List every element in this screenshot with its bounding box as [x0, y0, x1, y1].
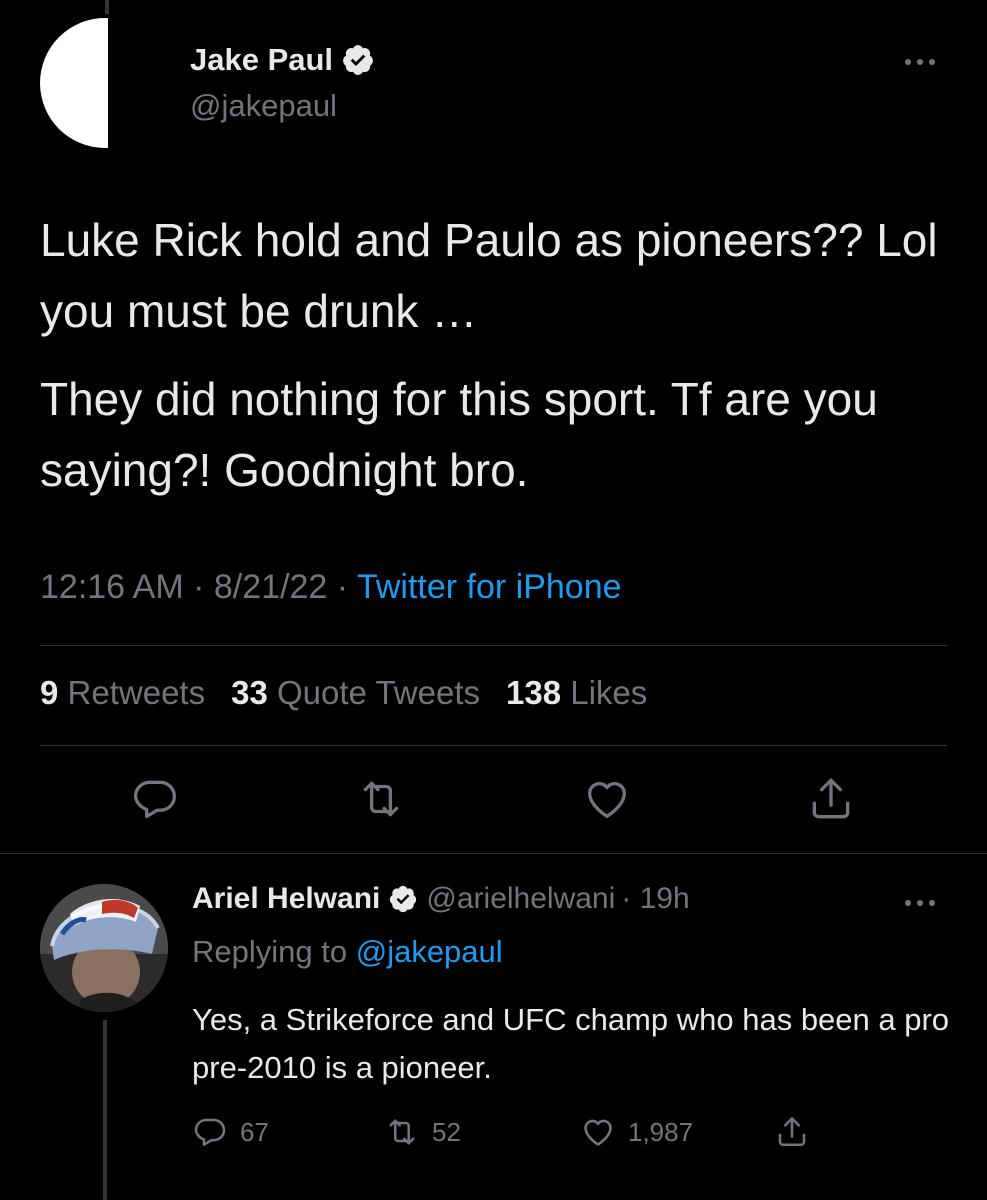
tweet-meta: 12:16 AM · 8/21/22 · Twitter for iPhone — [40, 568, 622, 607]
author-name[interactable]: Jake Paul — [190, 42, 333, 78]
likes-label: Likes — [570, 674, 648, 711]
reply-like-button[interactable]: 1,987 — [580, 1112, 693, 1152]
retweet-count: 52 — [432, 1116, 461, 1147]
retweet-icon — [363, 781, 399, 817]
share-icon — [812, 778, 850, 819]
meta-separator: · — [336, 568, 349, 606]
tweet-source-link[interactable]: Twitter for iPhone — [357, 568, 622, 606]
like-count: 1,987 — [628, 1116, 694, 1147]
reply-share-button[interactable] — [774, 1112, 822, 1152]
reply-retweet-button[interactable]: 52 — [384, 1112, 461, 1152]
author-name-row[interactable]: Jake Paul — [190, 42, 375, 78]
avatar-photo — [40, 884, 168, 1012]
quotes-label: Quote Tweets — [276, 674, 480, 711]
divider — [0, 853, 987, 854]
retweet-button[interactable] — [356, 774, 406, 824]
divider — [40, 645, 947, 646]
more-icon — [895, 52, 945, 72]
tweet-text: Luke Rick hold and Paulo as pioneers?? L… — [40, 205, 940, 506]
retweets-count: 9 — [40, 674, 59, 711]
reply-count: 67 — [240, 1116, 269, 1147]
reply-more-options-button[interactable] — [895, 893, 945, 913]
author-handle[interactable]: @jakepaul — [190, 88, 337, 124]
retweets-stat[interactable]: 9 Retweets — [40, 674, 205, 712]
replying-to-line: Replying to @jakepaul — [192, 934, 503, 970]
reply-author-handle[interactable]: @arielhelwani — [426, 882, 615, 916]
avatar-half-moon — [40, 18, 108, 148]
reply-icon — [133, 780, 177, 819]
like-icon — [588, 782, 626, 818]
verified-badge-icon — [390, 885, 417, 913]
tweet-time[interactable]: 12:16 AM — [40, 568, 184, 606]
like-icon — [584, 1119, 612, 1146]
thread-line — [105, 0, 109, 14]
reply-icon — [194, 1118, 226, 1146]
reply-header: Ariel Helwani @arielhelwani · 19h — [192, 882, 690, 916]
reply-author-avatar[interactable] — [40, 884, 168, 1012]
author-avatar[interactable] — [40, 18, 170, 148]
reply-time[interactable]: · 19h — [621, 882, 689, 916]
reply-button[interactable] — [130, 774, 180, 824]
like-button[interactable] — [582, 774, 632, 824]
quotes-count: 33 — [231, 674, 268, 711]
reply-author-name[interactable]: Ariel Helwani — [192, 882, 380, 916]
verified-badge-icon — [343, 45, 373, 75]
more-options-button[interactable] — [895, 52, 945, 72]
tweet-date[interactable]: 8/21/22 — [214, 568, 327, 606]
more-icon — [895, 893, 945, 913]
replying-mention-link[interactable]: @jakepaul — [356, 934, 503, 969]
likes-stat[interactable]: 138 Likes — [506, 674, 647, 712]
thread-line — [103, 1020, 107, 1200]
tweet-paragraph: Luke Rick hold and Paulo as pioneers?? L… — [40, 214, 938, 337]
share-icon — [778, 1117, 806, 1147]
reply-text: Yes, a Strikeforce and UFC champ who has… — [192, 1002, 950, 1085]
share-button[interactable] — [806, 774, 856, 824]
retweet-icon — [389, 1119, 415, 1145]
quotes-stat[interactable]: 33 Quote Tweets — [231, 674, 480, 712]
meta-separator: · — [193, 568, 205, 606]
likes-count: 138 — [506, 674, 562, 711]
reply-reply-button[interactable]: 67 — [192, 1112, 269, 1152]
tweet-paragraph: They did nothing for this sport. Tf are … — [40, 373, 878, 496]
divider — [40, 745, 947, 746]
tweet-stats: 9 Retweets 33 Quote Tweets 138 Likes — [40, 674, 647, 712]
retweets-label: Retweets — [67, 674, 206, 711]
replying-prefix: Replying to — [192, 934, 348, 969]
